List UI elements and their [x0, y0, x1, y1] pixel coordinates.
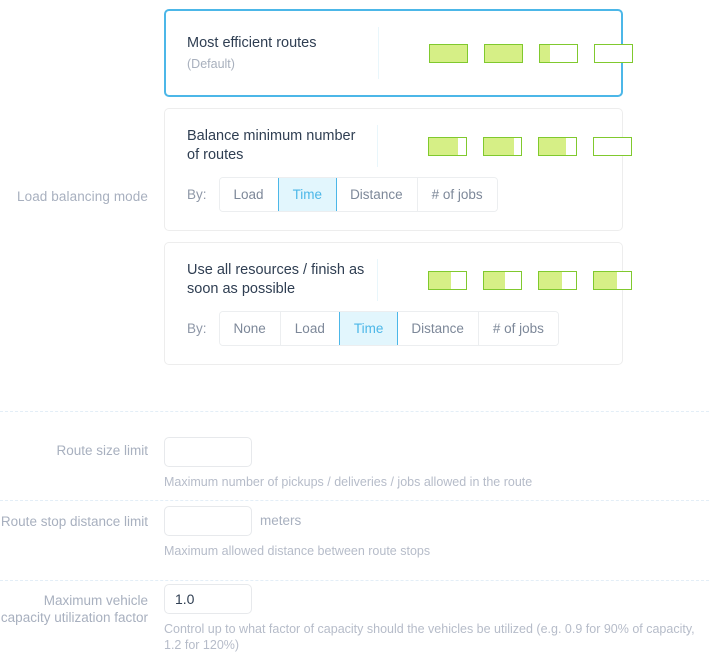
segment-load[interactable]: Load	[219, 178, 279, 211]
mode-card-title-wrap: Most efficient routes (Default)	[166, 34, 378, 73]
route-stop-distance-limit-label: Route stop distance limit	[0, 514, 148, 529]
route-load-bar	[593, 136, 632, 156]
mode-card-most-efficient-routes[interactable]: Most efficient routes (Default)	[164, 9, 633, 97]
route-load-bar	[428, 270, 467, 290]
balance-by-button-group[interactable]: Load Time Distance # of jobs	[218, 177, 498, 212]
mode-card-header: Most efficient routes (Default)	[166, 11, 633, 95]
mode-card-title: Balance minimum number of routes	[187, 128, 356, 163]
mode-card-header: Use all resources / finish as soon as po…	[165, 243, 632, 317]
mode-card-header: Balance minimum number of routes	[165, 109, 632, 183]
route-load-bar	[428, 136, 467, 156]
mode-card-title-wrap: Balance minimum number of routes	[165, 127, 377, 165]
load-balancing-mode-label: Load balancing mode	[16, 189, 148, 204]
capacity-utilization-factor-helper: Control up to what factor of capacity sh…	[164, 622, 695, 652]
mode-card-title: Most efficient routes	[187, 34, 317, 51]
route-stop-distance-unit: meters	[260, 513, 302, 528]
mode-card-balance-minimum-routes[interactable]: Balance minimum number of routes By: Loa…	[164, 108, 632, 231]
segment-distance[interactable]: Distance	[397, 312, 479, 345]
segment-time[interactable]: Time	[338, 312, 399, 345]
route-load-bars	[378, 136, 632, 156]
route-load-bar	[539, 43, 578, 63]
segment-of-jobs[interactable]: # of jobs	[478, 312, 558, 345]
route-load-bar	[483, 270, 522, 290]
segment-of-jobs[interactable]: # of jobs	[417, 178, 497, 211]
route-load-bars	[379, 43, 633, 63]
route-load-bar	[538, 270, 577, 290]
resources-by-button-group[interactable]: None Load Time Distance # of jobs	[218, 311, 559, 346]
route-stop-distance-limit-row: Route stop distance limit meters Maximum…	[0, 500, 709, 580]
route-size-limit-helper: Maximum number of pickups / deliveries /…	[164, 475, 533, 489]
load-balancing-section: Load balancing mode Most efficient route…	[0, 0, 709, 400]
mode-card-title: Use all resources / finish as soon as po…	[187, 262, 365, 297]
route-size-limit-input[interactable]	[164, 437, 252, 467]
route-stop-distance-limit-helper: Maximum allowed distance between route s…	[164, 544, 431, 558]
by-label: By:	[187, 187, 207, 202]
route-size-limit-row: Route size limit Maximum number of picku…	[0, 411, 709, 500]
mode-card-title-wrap: Use all resources / finish as soon as po…	[165, 261, 377, 299]
route-load-bar	[484, 43, 523, 63]
load-balancing-mode-cards: Most efficient routes (Default) Balance …	[164, 9, 633, 376]
by-label: By:	[187, 321, 207, 336]
segment-distance[interactable]: Distance	[336, 178, 418, 211]
segment-time[interactable]: Time	[277, 178, 338, 211]
route-load-bar	[593, 270, 632, 290]
mode-card-options: By: Load Time Distance # of jobs	[165, 177, 622, 230]
route-load-bar	[429, 43, 468, 63]
capacity-utilization-factor-label: Maximum vehicle capacity utilization fac…	[0, 593, 148, 625]
mode-card-use-all-resources[interactable]: Use all resources / finish as soon as po…	[164, 242, 632, 365]
route-stop-distance-limit-input[interactable]	[164, 506, 252, 536]
route-load-bar	[538, 136, 577, 156]
route-size-limit-label: Route size limit	[56, 443, 148, 458]
route-load-bars	[378, 270, 632, 290]
mode-card-options: By: None Load Time Distance # of jobs	[165, 311, 622, 364]
capacity-utilization-factor-row: Maximum vehicle capacity utilization fac…	[0, 580, 709, 664]
settings-page: Load balancing mode Most efficient route…	[0, 0, 709, 664]
segment-load[interactable]: Load	[280, 312, 340, 345]
route-load-bar	[483, 136, 522, 156]
capacity-utilization-factor-input[interactable]	[164, 584, 252, 614]
segment-none[interactable]: None	[219, 312, 281, 345]
route-load-bar	[594, 43, 633, 63]
mode-card-subtitle: (Default)	[187, 56, 235, 71]
